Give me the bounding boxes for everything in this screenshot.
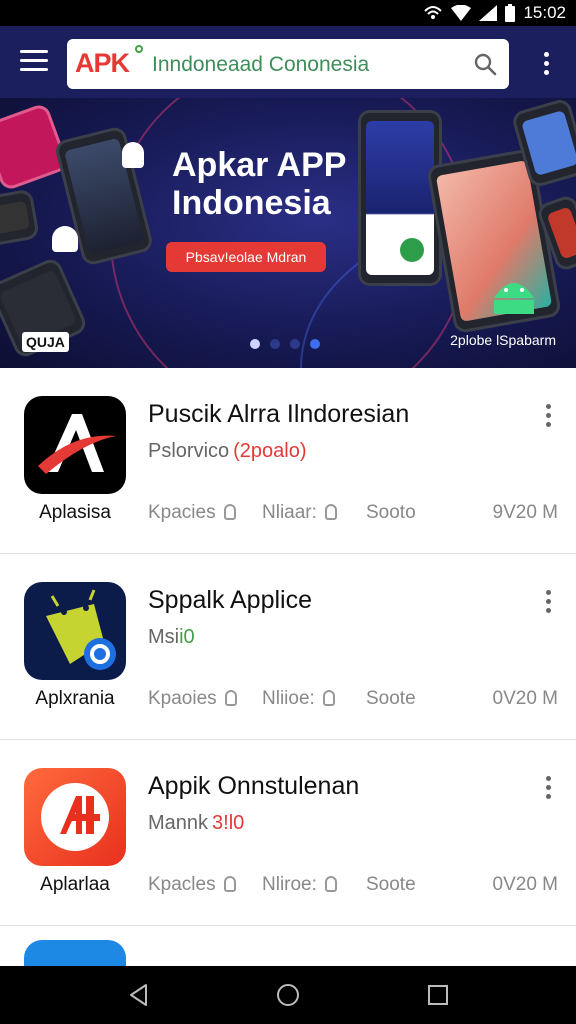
pin-icon [223,876,236,892]
app-size: 0V20 M [492,688,558,709]
carousel-dot[interactable] [250,339,260,349]
app-list: Aplasisa Puscik Alrra Ilndoresian Pslorv… [0,368,576,980]
letter-a-logo-icon [38,414,116,474]
app-size: 9V20 M [492,502,558,523]
app-icon-label: Aplasisa [39,502,111,523]
list-item-partial[interactable] [0,926,576,980]
app-icon-label: Aplarlaa [40,874,110,895]
app-icon[interactable] [24,768,126,866]
carousel-dot[interactable] [310,339,320,349]
app-bar: APK Inndoneaad Cononesia [0,26,576,98]
carousel-indicator[interactable] [250,339,320,349]
app-meta-item: Nliroe: [262,874,337,896]
app-title[interactable]: Appik Onnstulenan [148,772,359,801]
search-bar[interactable]: APK Inndoneaad Cononesia [67,39,509,89]
app-tag: 3!l0 [212,812,245,834]
carousel-dot[interactable] [290,339,300,349]
banner-caption: 2plobe lSpabarm [450,332,556,348]
navigation-bar [0,966,576,1024]
list-item[interactable]: Aplarlaa Appik Onnstulenan Mannk 3!l0 Kpa… [0,740,576,926]
brand-logo: APK [75,48,130,78]
carousel-dot[interactable] [270,339,280,349]
item-overflow-menu-icon[interactable] [542,590,554,616]
pin-icon [324,876,337,892]
app-subtitle: Msii0 [148,626,195,649]
ghost-illustration [52,226,78,252]
banner-cta-button[interactable]: Pbsav!eolae Mdran [166,242,326,272]
pin-icon [322,690,335,706]
hamburger-menu-icon[interactable] [20,50,48,74]
app-meta-item: Nliaar: [262,502,337,524]
android-bag-logo-icon [46,589,116,670]
status-time: 15:02 [523,3,566,22]
app-meta-item: Sooto [366,502,416,523]
status-icons: 15:02 [423,3,566,23]
app-icon[interactable] [24,396,126,494]
phone-illustration [0,188,40,248]
call-button-illustration [400,238,424,262]
item-overflow-menu-icon[interactable] [542,404,554,430]
overflow-menu-icon[interactable] [540,52,552,78]
app-developer: Mannk [148,812,209,834]
back-icon[interactable] [126,982,152,1008]
app-meta-item: Kpacies [148,502,236,524]
search-input[interactable]: Inndoneaad Cononesia [152,53,369,77]
banner-logo: QUJA [22,332,69,352]
battery-icon [505,4,516,22]
app-logo-icon [41,783,109,851]
app-meta-item: Nliioe: [262,688,335,710]
status-bar: 15:02 [0,0,576,26]
app-meta-item: Kpaoies [148,688,237,710]
app-title[interactable]: Puscik Alrra Ilndoresian [148,400,409,429]
promo-banner[interactable]: Apkar APP Indonesia Pbsav!eolae Mdran QU… [0,98,576,368]
ghost-illustration [122,142,144,168]
home-icon[interactable] [275,982,301,1008]
android-mascot-icon [494,283,534,314]
app-developer: Msi [148,626,180,648]
app-icon[interactable] [24,582,126,680]
app-tag: i0 [179,626,195,648]
app-tag: (2poalo) [233,440,307,462]
brand-mark-icon [135,45,143,53]
hotspot-icon [424,6,443,19]
pin-icon [224,690,237,706]
app-subtitle: Mannk 3!l0 [148,812,244,835]
search-icon[interactable] [473,52,497,76]
app-size: 0V20 M [492,874,558,895]
app-title[interactable]: Sppalk Applice [148,586,312,615]
signal-icon [479,5,498,21]
item-overflow-menu-icon[interactable] [542,776,554,802]
app-icon-label: Aplxrania [35,688,115,709]
banner-title: Apkar APP Indonesia [172,146,346,222]
list-item[interactable]: Aplxrania Sppalk Applice Msii0 Kpaoies N… [0,554,576,740]
pin-icon [223,504,236,520]
pin-icon [324,504,337,520]
wifi-icon [451,5,472,21]
recents-icon[interactable] [425,982,451,1008]
app-developer: Pslorvico [148,440,230,462]
list-item[interactable]: Aplasisa Puscik Alrra Ilndoresian Pslorv… [0,368,576,554]
app-meta-item: Soote [366,688,416,709]
app-subtitle: Pslorvico (2poalo) [148,440,307,463]
app-meta-item: Soote [366,874,416,895]
app-meta-item: Kpacles [148,874,236,896]
